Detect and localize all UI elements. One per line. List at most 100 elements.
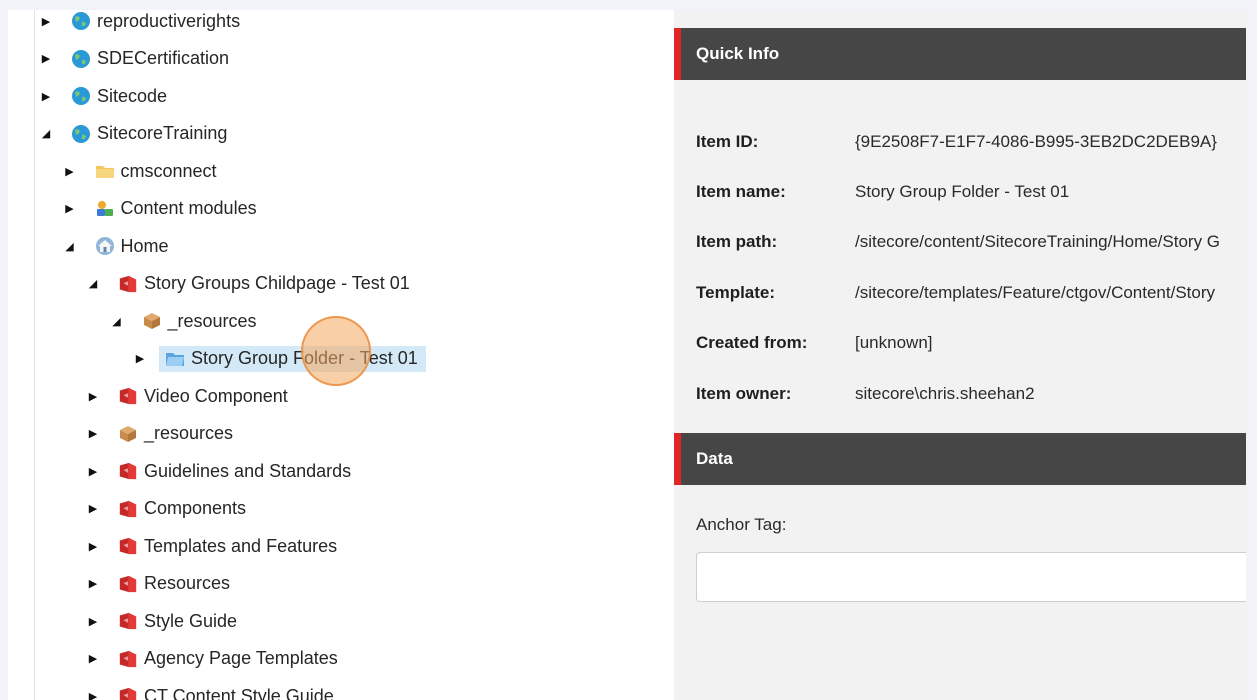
tree-item-content[interactable]: cmsconnect [89, 158, 225, 184]
tree-item[interactable]: ▶ SDECertification [39, 46, 237, 72]
tree-item-content[interactable]: Story Group Folder - Test 01 [159, 345, 426, 372]
tree-item[interactable]: ▶ Story Group Folder - Test 01 [133, 345, 426, 372]
tree-item-content[interactable]: reproductiverights [65, 10, 248, 34]
tree-item[interactable]: ▶ cmsconnect [63, 158, 225, 184]
tree-item-label: Story Groups Childpage - Test 01 [144, 273, 410, 293]
collapsed-arrow-icon[interactable]: ▶ [86, 533, 100, 559]
tree-item-content[interactable]: Resources [112, 571, 238, 597]
quick-info-header[interactable]: Quick Info [674, 28, 1246, 80]
tree-item-content[interactable]: Home [89, 233, 177, 259]
item-id-label: Item ID: [696, 132, 759, 151]
page-icon [118, 274, 138, 294]
collapsed-arrow-icon[interactable]: ▶ [86, 646, 100, 672]
tree-item-label: SDECertification [97, 48, 230, 68]
collapsed-arrow-icon[interactable]: ▶ [133, 346, 147, 372]
globe-icon [71, 124, 91, 144]
tree-item[interactable]: ▶ Video Component [86, 383, 296, 409]
tree-item-label: Home [120, 235, 169, 256]
tree-item-label: CT Content Style Guide [144, 685, 334, 700]
collapsed-arrow-icon[interactable]: ▶ [63, 196, 77, 222]
tree-item-content[interactable]: _resources [136, 308, 265, 334]
collapsed-arrow-icon[interactable]: ▶ [39, 46, 53, 72]
tree-item-content[interactable]: Agency Page Templates [112, 646, 346, 672]
tree-item-label: _resources [144, 423, 234, 443]
globe-icon [71, 11, 91, 31]
home-icon [95, 236, 115, 256]
expanded-arrow-icon[interactable]: ◢ [63, 233, 77, 259]
page-icon [118, 611, 138, 631]
item-owner-row: Item owner: sitecore\chris.sheehan2 [696, 382, 1035, 406]
created-from-label: Created from: [696, 333, 808, 352]
collapsed-arrow-icon[interactable]: ▶ [86, 458, 100, 484]
tree-item-content[interactable]: Style Guide [112, 608, 245, 634]
tree-item[interactable]: ▶ Templates and Features [86, 533, 345, 559]
tree-item-label: Content modules [120, 198, 257, 218]
globe-icon [71, 49, 91, 69]
tree-item[interactable]: ▶ Agency Page Templates [86, 646, 346, 672]
box-icon [118, 424, 138, 444]
tree-item-content[interactable]: Content modules [89, 196, 265, 222]
tree-item-content[interactable]: SitecoreTraining [65, 121, 235, 147]
collapsed-arrow-icon[interactable]: ▶ [86, 421, 100, 447]
expanded-arrow-icon[interactable]: ◢ [86, 271, 100, 297]
tree-item-content[interactable]: _resources [112, 421, 241, 447]
collapsed-arrow-icon[interactable]: ▶ [86, 571, 100, 597]
tree-item-content[interactable]: Components [112, 496, 254, 522]
tree-item-content[interactable]: Sitecode [65, 83, 175, 109]
collapsed-arrow-icon[interactable]: ▶ [39, 83, 53, 109]
item-id-value: {9E2508F7-E1F7-4086-B995-3EB2DC2DEB9A} [855, 132, 1217, 151]
tree-item[interactable]: ▶ _resources [86, 421, 241, 447]
tree-item[interactable]: ▶ Sitecode [39, 83, 175, 109]
collapsed-arrow-icon[interactable]: ▶ [63, 158, 77, 184]
tree-item-content[interactable]: Guidelines and Standards [112, 458, 359, 484]
blue-folder-icon [165, 349, 185, 369]
tree-item[interactable]: ▶ Resources [86, 571, 238, 597]
tree-item[interactable]: ▶ Guidelines and Standards [86, 458, 359, 484]
page-icon [118, 386, 138, 406]
page-icon [118, 536, 138, 556]
tree-item[interactable]: ▶ CT Content Style Guide [86, 683, 342, 700]
content-tree: ▶ reproductiverights ▶ SDECertification ▶ Sit… [34, 10, 674, 700]
item-path-row: Item path: /sitecore/content/SitecoreTra… [696, 230, 1220, 254]
collapsed-arrow-icon[interactable]: ▶ [39, 10, 53, 34]
page-icon [118, 686, 138, 700]
page-icon [118, 574, 138, 594]
tree-item-label: Video Component [144, 385, 288, 406]
tree-item[interactable]: ▶ reproductiverights [39, 10, 248, 34]
tree-item-content[interactable]: Templates and Features [112, 533, 345, 559]
tree-item-content[interactable]: CT Content Style Guide [112, 683, 342, 700]
tree-item-label: Components [144, 498, 247, 518]
tree-item-content[interactable]: Story Groups Childpage - Test 01 [112, 271, 418, 297]
tree-item-content[interactable]: SDECertification [65, 46, 237, 72]
item-name-label: Item name: [696, 182, 786, 201]
tree-item[interactable]: ▶ Style Guide [86, 608, 245, 634]
tree-item-label: reproductiverights [97, 10, 241, 31]
tree-item[interactable]: ▶ Components [86, 496, 254, 522]
modules-icon [95, 199, 115, 219]
collapsed-arrow-icon[interactable]: ▶ [86, 683, 100, 700]
expanded-arrow-icon[interactable]: ◢ [110, 308, 124, 334]
template-value[interactable]: /sitecore/templates/Feature/ctgov/Conten… [855, 283, 1215, 303]
anchor-tag-input[interactable] [696, 552, 1246, 602]
item-name-value: Story Group Folder - Test 01 [855, 182, 1070, 201]
expanded-arrow-icon[interactable]: ◢ [39, 121, 53, 147]
content-editor-panel: Quick Info Item ID: {9E2508F7-E1F7-4086-… [674, 10, 1246, 700]
collapsed-arrow-icon[interactable]: ▶ [86, 496, 100, 522]
item-owner-value: sitecore\chris.sheehan2 [855, 384, 1035, 403]
tree-item[interactable]: ◢ SitecoreTraining [39, 121, 235, 147]
folder-icon [95, 161, 115, 181]
page-icon [118, 461, 138, 481]
collapsed-arrow-icon[interactable]: ▶ [86, 608, 100, 634]
item-name-row: Item name: Story Group Folder - Test 01 [696, 180, 1069, 204]
tree-item[interactable]: ◢ Story Groups Childpage - Test 01 [86, 271, 418, 297]
item-path-value: /sitecore/content/SitecoreTraining/Home/… [855, 232, 1221, 251]
tree-item-label: cmsconnect [120, 160, 217, 181]
tree-item-label: Story Group Folder - Test 01 [191, 348, 418, 368]
data-section-header[interactable]: Data [674, 433, 1246, 485]
collapsed-arrow-icon[interactable]: ▶ [86, 383, 100, 409]
tree-item[interactable]: ◢ _resources [110, 308, 265, 334]
tree-item[interactable]: ▶ Content modules [63, 196, 265, 222]
tree-item[interactable]: ◢ Home [63, 233, 177, 259]
created-from-value: [unknown] [855, 333, 933, 352]
tree-item-content[interactable]: Video Component [112, 383, 296, 409]
